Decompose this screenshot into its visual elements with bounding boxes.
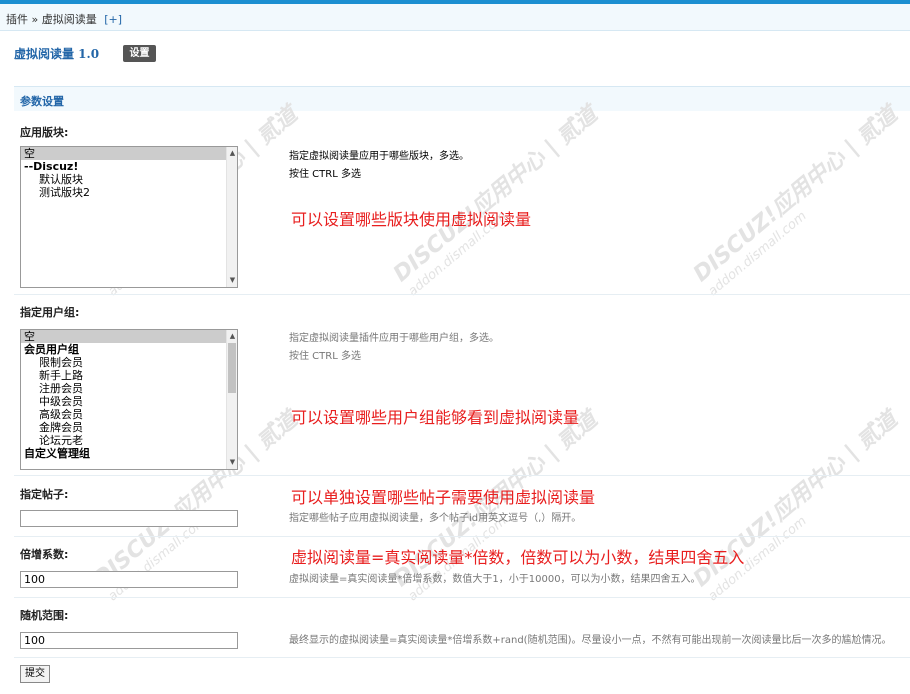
multiplier-desc: 虚拟阅读量=真实阅读量*倍增系数，数值大于1，小于10000，可以为小数，结果四… xyxy=(289,574,701,585)
scroll-down-icon[interactable]: ▼ xyxy=(227,275,237,286)
threads-input[interactable] xyxy=(20,510,238,527)
select-option[interactable]: 限制会员 xyxy=(21,356,237,369)
section-title: 参数设置 xyxy=(14,86,910,111)
groups-desc: 指定虚拟阅读量插件应用于哪些用户组，多选。 xyxy=(289,333,499,344)
groups-label: 指定用户组: xyxy=(20,306,80,319)
watermark: DISCUZ!应用中心 | 贰道addon.dismall.com xyxy=(688,407,903,605)
select-option[interactable]: 中级会员 xyxy=(21,395,237,408)
divider xyxy=(14,475,910,476)
scroll-thumb[interactable] xyxy=(228,343,236,393)
select-option[interactable]: 注册会员 xyxy=(21,382,237,395)
watermark: DISCUZ!应用中心 | 贰道addon.dismall.com xyxy=(388,102,603,300)
divider xyxy=(14,657,910,658)
forums-annotation: 可以设置哪些版块使用虚拟阅读量 xyxy=(291,210,532,229)
random-input[interactable]: 100 xyxy=(20,632,238,649)
groups-hint: 按住 CTRL 多选 xyxy=(289,351,361,362)
breadcrumb-plugins[interactable]: 插件 xyxy=(6,13,28,26)
multiplier-input[interactable]: 100 xyxy=(20,571,238,588)
groups-annotation: 可以设置哪些用户组能够看到虚拟阅读量 xyxy=(291,408,580,427)
select-option[interactable]: 空 xyxy=(21,147,237,160)
select-option[interactable]: 新手上路 xyxy=(21,369,237,382)
forums-label: 应用版块: xyxy=(20,126,69,139)
select-option[interactable]: 默认版块 xyxy=(21,173,237,186)
breadcrumb-separator: » xyxy=(31,13,39,26)
breadcrumb: 插件 » 虚拟阅读量 [+] xyxy=(0,4,910,31)
add-shortcut-link[interactable]: [+] xyxy=(104,13,122,26)
select-option[interactable]: 高级会员 xyxy=(21,408,237,421)
select-option[interactable]: 金牌会员 xyxy=(21,421,237,434)
threads-annotation: 可以单独设置哪些帖子需要使用虚拟阅读量 xyxy=(291,488,596,507)
divider xyxy=(14,536,910,537)
random-desc: 最终显示的虚拟阅读量=真实阅读量*倍增系数+rand(随机范围)。尽量设小一点，… xyxy=(289,635,892,646)
select-optgroup: --Discuz! xyxy=(24,160,79,173)
select-optgroup: 自定义管理组 xyxy=(24,447,90,460)
forums-select[interactable]: 空 --Discuz! 默认版块 测试版块2 ▲ ▼ xyxy=(20,146,238,288)
plugin-title: 虚拟阅读量 1.0 xyxy=(14,47,100,61)
forums-scrollbar[interactable]: ▲ ▼ xyxy=(226,147,237,287)
multiplier-label: 倍增系数: xyxy=(20,548,69,561)
select-option[interactable]: 测试版块2 xyxy=(21,186,237,199)
random-label: 随机范围: xyxy=(20,609,69,622)
select-optgroup: 会员用户组 xyxy=(24,343,79,356)
forums-hint: 按住 CTRL 多选 xyxy=(289,169,361,180)
select-option[interactable]: 空 xyxy=(21,330,237,343)
settings-button[interactable]: 设置 xyxy=(123,45,156,62)
divider xyxy=(14,597,910,598)
breadcrumb-current: 虚拟阅读量 xyxy=(41,13,97,26)
groups-scrollbar[interactable]: ▲ ▼ xyxy=(226,330,237,469)
submit-button[interactable]: 提交 xyxy=(20,665,50,683)
select-option[interactable]: 论坛元老 xyxy=(21,434,237,447)
watermark: DISCUZ!应用中心 | 贰道addon.dismall.com xyxy=(688,102,903,300)
groups-select[interactable]: 空 会员用户组 限制会员 新手上路 注册会员 中级会员 高级会员 金牌会员 论坛… xyxy=(20,329,238,470)
forums-desc: 指定虚拟阅读量应用于哪些版块，多选。 xyxy=(289,151,469,162)
threads-label: 指定帖子: xyxy=(20,488,69,501)
multiplier-annotation: 虚拟阅读量=真实阅读量*倍数，倍数可以为小数，结果四舍五入 xyxy=(291,548,745,567)
divider xyxy=(14,294,910,295)
scroll-down-icon[interactable]: ▼ xyxy=(227,457,237,468)
threads-desc: 指定哪些帖子应用虚拟阅读量，多个帖子id用英文逗号（,）隔开。 xyxy=(289,513,582,524)
scroll-up-icon[interactable]: ▲ xyxy=(227,331,237,342)
scroll-up-icon[interactable]: ▲ xyxy=(227,148,237,159)
